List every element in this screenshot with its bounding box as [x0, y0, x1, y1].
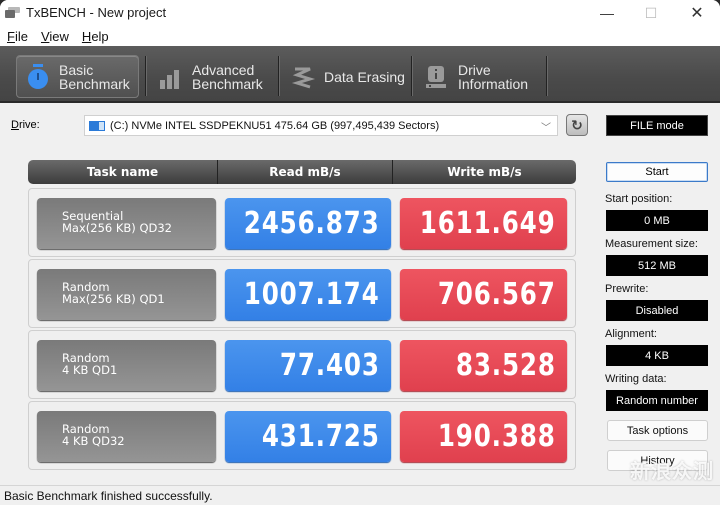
menu-file-mnemonic: F — [7, 28, 15, 44]
header-task-name: Task name — [28, 160, 218, 184]
chevron-down-icon[interactable]: ﹀ — [541, 119, 551, 134]
drive-info-icon — [424, 63, 450, 91]
close-button[interactable]: ✕ — [674, 0, 720, 26]
nvme-drive-icon — [89, 120, 106, 132]
tab-drive-line1: Drive — [458, 61, 491, 78]
read-value: 77.403 — [225, 340, 391, 391]
task-line2: Max(256 KB) QD32 — [62, 221, 172, 235]
task-options-button[interactable]: Task options — [607, 420, 708, 441]
tab-basic-line2: Benchmark — [59, 75, 130, 92]
toolbar-separator — [278, 56, 279, 96]
results-table-header: Task name Read mB/s Write mB/s — [28, 160, 576, 184]
toolbar-separator — [145, 56, 146, 96]
menu-view[interactable]: View — [41, 29, 69, 44]
menu-bar: File View Help — [0, 26, 720, 46]
watermark: 新浪众测 — [630, 461, 714, 483]
table-row: Sequential Max(256 KB) QD32 2456.873 1611… — [28, 188, 576, 257]
tab-advanced-benchmark[interactable]: Advanced Benchmark — [150, 55, 278, 98]
task-line2: Max(256 KB) QD1 — [62, 292, 165, 306]
task-button-seq-q32[interactable]: Sequential Max(256 KB) QD32 — [37, 198, 216, 249]
read-value: 431.725 — [225, 411, 391, 462]
app-window: TxBENCH - New project — ☐ ✕ File View He… — [0, 0, 720, 505]
menu-help-label: elp — [91, 28, 109, 44]
maximize-button[interactable]: ☐ — [628, 0, 674, 26]
tab-data-erasing-label: Data Erasing — [324, 68, 405, 85]
tab-basic-line1: Basic — [59, 61, 94, 78]
tab-advanced-line1: Advanced — [192, 61, 255, 78]
table-row: Random Max(256 KB) QD1 1007.174 706.567 — [28, 259, 576, 328]
start-position-label: Start position: — [605, 193, 673, 205]
tab-basic-benchmark[interactable]: Basic Benchmark — [16, 55, 139, 98]
drive-selected-value: (C:) NVMe INTEL SSDPEKNU51 475.64 GB (99… — [110, 119, 440, 132]
menu-help[interactable]: Help — [82, 29, 109, 44]
title-bar: TxBENCH - New project — ☐ ✕ — [0, 0, 720, 26]
tab-drive-information[interactable]: Drive Information — [416, 55, 544, 98]
menu-view-label: iew — [49, 28, 69, 44]
eraser-spring-icon — [290, 63, 316, 91]
alignment-label: Alignment: — [605, 328, 657, 340]
task-line2: 4 KB QD1 — [62, 363, 118, 377]
window-title: TxBENCH - New project — [26, 5, 167, 20]
app-icon — [5, 6, 21, 20]
drive-select[interactable]: (C:) NVMe INTEL SSDPEKNU51 475.64 GB (99… — [84, 115, 558, 136]
tab-drive-line2: Information — [458, 75, 529, 92]
refresh-icon: ↻ — [571, 116, 583, 133]
toolbar-separator — [411, 56, 412, 96]
write-value: 190.388 — [400, 411, 567, 462]
main-toolbar: Basic Benchmark Advanced Benchmark Data Er… — [0, 46, 720, 103]
prewrite-label: Prewrite: — [605, 283, 649, 295]
measurement-size-label: Measurement size: — [605, 238, 698, 250]
menu-file[interactable]: File — [7, 29, 28, 44]
writing-data-field[interactable]: Random number — [606, 390, 708, 411]
write-value: 83.528 — [400, 340, 567, 391]
status-bar: Basic Benchmark finished successfully. — [0, 485, 720, 505]
task-button-rnd-4k-q1[interactable]: Random 4 KB QD1 — [37, 340, 216, 391]
prewrite-field[interactable]: Disabled — [606, 300, 708, 321]
measurement-size-field[interactable]: 512 MB — [606, 255, 708, 276]
tab-advanced-line2: Benchmark — [192, 75, 263, 92]
alignment-field[interactable]: 4 KB — [606, 345, 708, 366]
write-value: 706.567 — [400, 269, 567, 320]
task-button-rnd-max-q1[interactable]: Random Max(256 KB) QD1 — [37, 269, 216, 320]
header-write: Write mB/s — [447, 165, 522, 179]
header-read: Read mB/s — [218, 160, 393, 184]
start-position-field[interactable]: 0 MB — [606, 210, 708, 231]
minimize-button[interactable]: — — [584, 0, 630, 26]
read-value: 2456.873 — [225, 198, 391, 249]
toolbar-separator — [546, 56, 547, 96]
task-line2: 4 KB QD32 — [62, 434, 125, 448]
refresh-button[interactable]: ↻ — [566, 114, 588, 136]
stopwatch-icon — [25, 63, 51, 91]
writing-data-label: Writing data: — [605, 373, 667, 385]
file-mode-indicator: FILE mode — [606, 115, 708, 136]
bar-chart-icon — [158, 63, 184, 91]
tab-data-erasing[interactable]: Data Erasing — [282, 55, 410, 98]
table-row: Random 4 KB QD32 431.725 190.388 — [28, 401, 576, 470]
write-value: 1611.649 — [400, 198, 567, 249]
table-row: Random 4 KB QD1 77.403 83.528 — [28, 330, 576, 399]
start-button[interactable]: Start — [606, 162, 708, 182]
menu-file-label: ile — [14, 28, 28, 44]
task-button-rnd-4k-q32[interactable]: Random 4 KB QD32 — [37, 411, 216, 462]
drive-label: Drive: — [11, 119, 40, 131]
menu-help-mnemonic: H — [81, 28, 92, 44]
read-value: 1007.174 — [225, 269, 391, 320]
